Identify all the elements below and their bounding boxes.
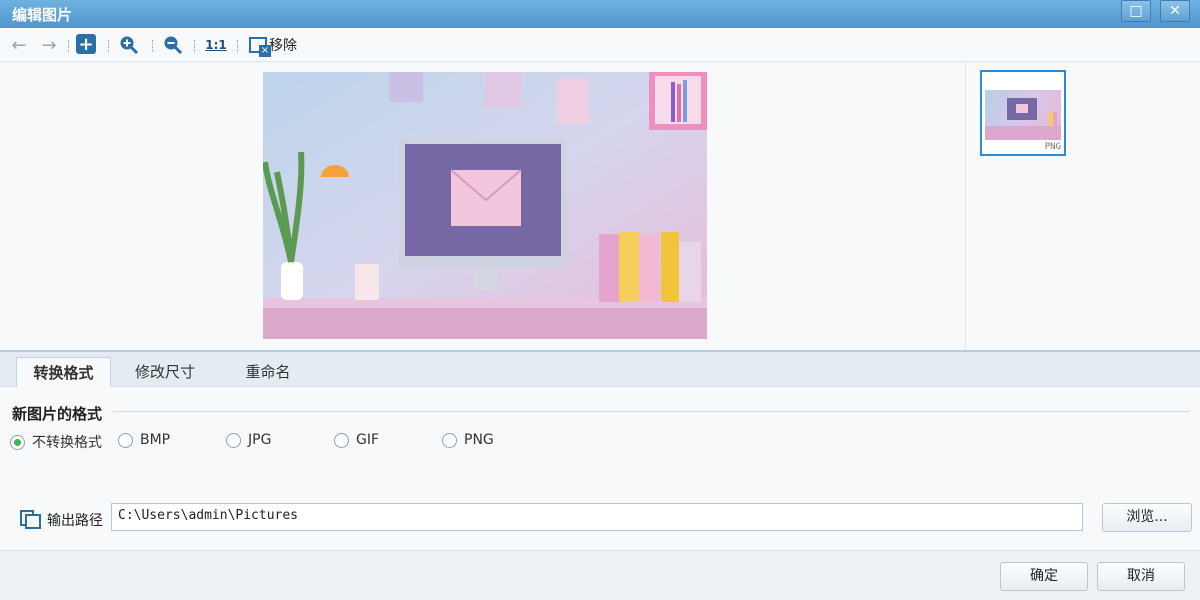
toolbar-separator xyxy=(152,40,154,52)
preview-image xyxy=(263,72,707,339)
arrow-left-icon: ← xyxy=(11,34,27,56)
output-path-input[interactable]: C:\Users\admin\Pictures xyxy=(111,503,1083,531)
add-image-button[interactable]: + xyxy=(76,33,96,55)
toolbar: ← → + 1:1 移除 xyxy=(0,28,1200,62)
radio-no-convert[interactable]: 不转换格式 xyxy=(10,432,102,452)
tab-convert-format[interactable]: 转换格式 xyxy=(16,357,111,388)
toolbar-separator xyxy=(108,40,110,52)
tab-rename[interactable]: 重命名 xyxy=(228,357,308,388)
radio-label: BMP xyxy=(140,432,171,448)
radio-png[interactable]: PNG xyxy=(442,432,494,448)
toolbar-separator xyxy=(68,40,70,52)
zoom-out-button[interactable] xyxy=(162,34,184,56)
radio-button[interactable] xyxy=(442,432,457,448)
tab-bar: 转换格式 修改尺寸 重命名 xyxy=(0,350,1200,388)
output-path-label: 输出路径 xyxy=(47,513,103,529)
browse-button[interactable]: 浏览... xyxy=(1102,503,1192,532)
section-divider xyxy=(113,411,1190,412)
zoom-in-icon xyxy=(120,36,139,55)
radio-label: 不转换格式 xyxy=(32,435,102,451)
section-title: 新图片的格式 xyxy=(12,405,103,423)
forward-button[interactable]: → xyxy=(38,34,60,56)
remove-label: 移除 xyxy=(269,38,297,54)
zoom-in-button[interactable] xyxy=(118,34,140,56)
remove-image-icon xyxy=(249,37,271,57)
arrow-right-icon: → xyxy=(41,34,57,56)
toolbar-separator xyxy=(194,40,196,52)
ok-button[interactable]: 确定 xyxy=(1000,562,1088,591)
title-bar: 编辑图片 □ ✕ xyxy=(0,0,1200,28)
maximize-icon: □ xyxy=(1129,3,1143,19)
thumbnail-format: PNG xyxy=(1044,142,1061,152)
image-preview-area xyxy=(0,63,965,350)
radio-bmp[interactable]: BMP xyxy=(118,432,170,448)
radio-button[interactable] xyxy=(334,432,349,448)
window-title: 编辑图片 xyxy=(12,6,73,24)
back-button[interactable]: ← xyxy=(8,34,30,56)
actual-size-button[interactable]: 1:1 xyxy=(205,34,227,56)
radio-gif[interactable]: GIF xyxy=(334,432,379,448)
cancel-button[interactable]: 取消 xyxy=(1097,562,1185,591)
tab-resize[interactable]: 修改尺寸 xyxy=(120,357,210,388)
close-button[interactable]: ✕ xyxy=(1160,0,1190,22)
toolbar-separator xyxy=(237,40,239,52)
radio-jpg[interactable]: JPG xyxy=(226,432,271,448)
radio-label: GIF xyxy=(356,432,380,448)
thumbnail-panel: PNG xyxy=(965,63,1200,350)
maximize-button[interactable]: □ xyxy=(1121,0,1151,22)
radio-label: JPG xyxy=(248,432,272,448)
zoom-out-icon xyxy=(164,36,183,55)
radio-button[interactable] xyxy=(10,434,25,450)
remove-button[interactable]: 移除 xyxy=(249,34,309,57)
folder-icon xyxy=(20,510,41,529)
radio-button[interactable] xyxy=(118,432,133,448)
close-icon: ✕ xyxy=(1169,3,1181,19)
dialog-footer: 确定 取消 xyxy=(0,550,1200,600)
thumbnail-image xyxy=(985,90,1061,140)
thumbnail-item[interactable]: PNG xyxy=(980,70,1066,156)
radio-button[interactable] xyxy=(226,432,241,448)
radio-label: PNG xyxy=(464,432,494,448)
convert-format-panel: 新图片的格式 不转换格式 BMP JPG GIF PNG 输出路径 C:\Use… xyxy=(0,387,1200,550)
plus-icon: + xyxy=(78,33,94,55)
